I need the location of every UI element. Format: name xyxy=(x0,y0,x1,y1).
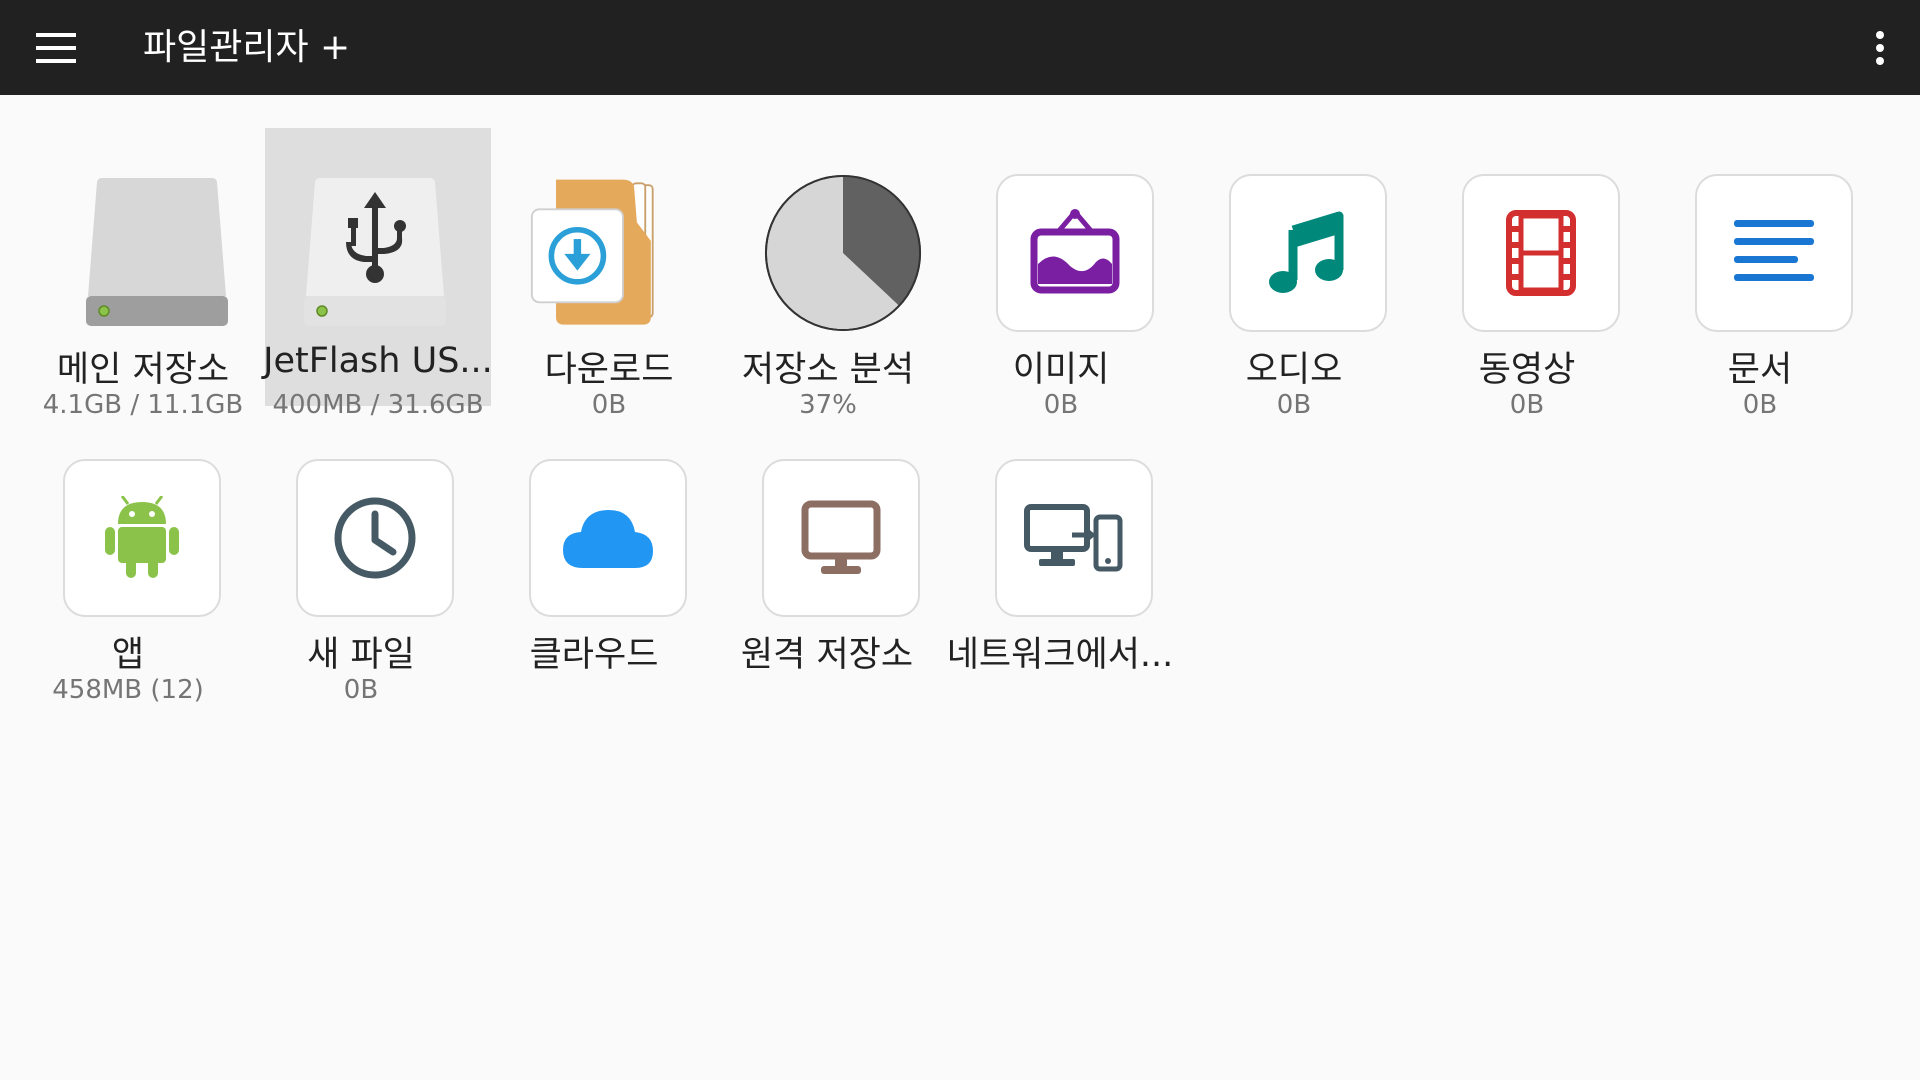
app-title: 파일관리자 + xyxy=(143,27,351,68)
tile-new-files[interactable]: 새 파일 0B xyxy=(248,413,474,705)
tile-label: 네트워크에서... xyxy=(946,635,1174,675)
tile-remote-storage[interactable]: 원격 저장소 xyxy=(714,413,940,691)
storage-pie-chart-icon xyxy=(764,174,922,332)
devices-icon xyxy=(1024,504,1123,572)
tile-label: 저장소 분석 xyxy=(741,350,915,390)
tile-apps[interactable]: 앱 458MB (12) xyxy=(15,413,241,705)
tile-label: 앱 xyxy=(111,635,145,675)
film-icon xyxy=(1506,210,1576,296)
app-bar: 파일관리자 + xyxy=(0,0,1920,95)
menu-button[interactable] xyxy=(22,14,90,82)
image-icon xyxy=(1030,209,1120,294)
tile-label: JetFlash US... xyxy=(263,341,493,381)
tile-size: 0B xyxy=(1509,390,1545,420)
tile-size: 0B xyxy=(1742,390,1778,420)
tile-label: 새 파일 xyxy=(307,635,415,675)
tile-label: 문서 xyxy=(1727,350,1793,390)
music-note-icon xyxy=(1269,211,1344,293)
tile-videos[interactable]: 동영상 0B xyxy=(1414,128,1640,420)
tile-storage-analysis[interactable]: 저장소 분석 37% xyxy=(715,128,941,420)
android-icon xyxy=(105,496,179,578)
tile-label: 메인 저장소 xyxy=(56,350,230,390)
hamburger-menu-icon xyxy=(36,33,76,63)
tile-label: 동영상 xyxy=(1478,350,1576,390)
category-grid: 메인 저장소 4.1GB / 11.1GB JetFlash US... 400… xyxy=(0,95,1920,1080)
tile-label: 오디오 xyxy=(1245,350,1343,390)
cloud-icon xyxy=(563,510,653,568)
tile-label: 이미지 xyxy=(1012,350,1110,390)
tile-images[interactable]: 이미지 0B xyxy=(948,128,1174,420)
tile-main-storage[interactable]: 메인 저장소 4.1GB / 11.1GB xyxy=(30,128,256,420)
overflow-menu-button[interactable] xyxy=(1854,14,1906,82)
document-lines-icon xyxy=(1734,220,1814,281)
tile-label: 원격 저장소 xyxy=(740,635,914,675)
downloads-folder-icon xyxy=(530,179,654,325)
tile-size: 0B xyxy=(1276,390,1312,420)
tile-downloads[interactable]: 다운로드 0B xyxy=(496,128,722,420)
internal-storage-icon xyxy=(86,178,228,326)
tile-usb-storage[interactable]: JetFlash US... 400MB / 31.6GB xyxy=(263,128,493,420)
tile-size: 0B xyxy=(343,675,379,705)
tile-documents[interactable]: 문서 0B xyxy=(1647,128,1873,420)
tile-size: 458MB (12) xyxy=(52,675,204,705)
tile-label: 클라우드 xyxy=(529,635,659,675)
usb-drive-icon xyxy=(304,178,446,326)
more-vert-icon xyxy=(1876,31,1884,65)
tile-network[interactable]: 네트워크에서... xyxy=(947,413,1173,691)
tile-cloud[interactable]: 클라우드 xyxy=(481,413,707,691)
clock-icon xyxy=(334,497,416,579)
tile-label: 다운로드 xyxy=(544,350,674,390)
tile-audio[interactable]: 오디오 0B xyxy=(1181,128,1407,420)
monitor-icon xyxy=(801,500,881,574)
